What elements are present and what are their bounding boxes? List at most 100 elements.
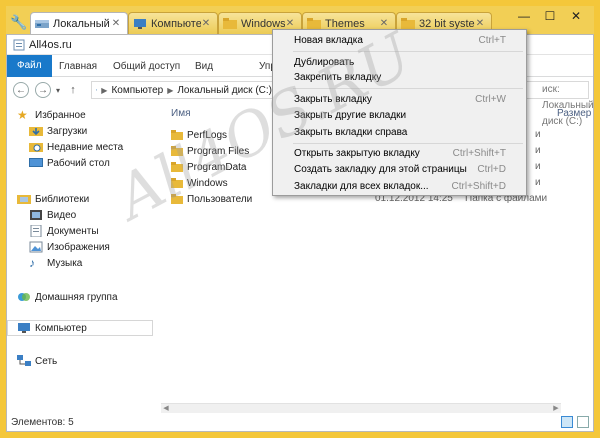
tab-local-disk[interactable]: Локальный д ✕	[30, 12, 128, 34]
computer-icon	[18, 323, 30, 333]
site-label: All4os.ru	[29, 38, 72, 51]
menu-item-label: Закрыть вкладку	[294, 93, 372, 105]
menu-item-label: Создать закладку для этой страницы	[294, 163, 467, 175]
minimize-button[interactable]: —	[512, 6, 536, 26]
breadcrumb-item[interactable]: Локальный диск (C:)	[177, 85, 272, 96]
close-button[interactable]: ✕	[564, 6, 588, 26]
tab-label: 32 bit system	[419, 17, 475, 30]
menu-item-bookmark-all-tabs[interactable]: Закладки для всех вкладок... Ctrl+Shift+…	[273, 178, 526, 194]
folder-icon	[223, 17, 237, 29]
hidden-column-fragment: и	[535, 161, 541, 172]
chevron-down-icon[interactable]: ▾	[53, 82, 63, 98]
images-icon	[29, 241, 43, 253]
table-row[interactable]: Пользователи	[171, 191, 252, 207]
nav-label: Изображения	[47, 241, 110, 253]
nav-music[interactable]: ♪ Музыка	[29, 255, 82, 271]
menu-item-close-tab[interactable]: Закрыть вкладку Ctrl+W	[273, 91, 526, 107]
nav-label: Недавние места	[47, 141, 124, 153]
menu-item-shortcut: Ctrl+D	[477, 163, 506, 175]
menu-item-label: Новая вкладка	[294, 34, 363, 46]
nav-network[interactable]: Сеть	[17, 353, 57, 369]
nav-label: Сеть	[35, 355, 58, 367]
menu-item-label: Дублировать	[294, 56, 355, 68]
hidden-column-fragment: и	[535, 145, 541, 156]
computer-icon	[134, 18, 146, 29]
tab-label: Компьютер	[151, 17, 201, 30]
menu-item-bookmark-page[interactable]: Создать закладку для этой страницы Ctrl+…	[273, 161, 526, 177]
menu-item-reopen-closed-tab[interactable]: Открыть закрытую вкладку Ctrl+Shift+T	[273, 145, 526, 161]
folder-icon	[401, 17, 415, 29]
file-name: ProgramData	[187, 161, 247, 173]
column-header-name[interactable]: Имя	[171, 105, 190, 123]
nav-computer[interactable]: Компьютер	[7, 320, 153, 336]
item-count: Элементов: 5	[11, 416, 74, 428]
desktop-icon	[29, 158, 43, 167]
ribbon-tab-view[interactable]: Вид	[187, 58, 221, 76]
close-icon[interactable]: ✕	[201, 18, 211, 29]
wrench-icon[interactable]: 🔧	[10, 14, 28, 30]
menu-item-shortcut: Ctrl+T	[478, 34, 507, 46]
horizontal-scrollbar[interactable]: ◀ ▶	[161, 403, 561, 413]
nav-video[interactable]: Видео	[29, 207, 76, 223]
nav-label: Загрузки	[47, 125, 88, 137]
chevron-right-icon: ▶	[101, 85, 108, 95]
folder-icon	[171, 146, 183, 156]
nav-documents[interactable]: Документы	[29, 223, 99, 239]
file-name: Windows	[187, 177, 228, 189]
tab-label: Themes	[325, 17, 365, 30]
nav-downloads[interactable]: Загрузки	[29, 123, 87, 139]
up-button[interactable]: ↑	[67, 82, 79, 98]
ribbon-tab-home[interactable]: Главная	[51, 58, 105, 76]
page-icon	[13, 39, 25, 50]
nav-images[interactable]: Изображения	[29, 239, 110, 255]
breadcrumb[interactable]: ▶ Компьютер ▶ Локальный диск (C:)	[91, 81, 277, 99]
tab-computer[interactable]: Компьютер ✕	[128, 12, 218, 34]
column-header-size[interactable]: Размер	[557, 105, 591, 123]
menu-item-label: Закладки для всех вкладок...	[294, 180, 429, 192]
table-row[interactable]: Program Files	[171, 143, 249, 159]
table-row[interactable]: ProgramData	[171, 159, 246, 175]
breadcrumb-item[interactable]: Компьютер	[111, 85, 163, 96]
chevron-right-icon: ▶	[167, 85, 174, 95]
network-icon	[17, 355, 31, 366]
ribbon-tab-file[interactable]: Файл	[7, 55, 52, 77]
nav-label: Рабочий стол	[47, 157, 110, 169]
nav-recent[interactable]: Недавние места	[29, 139, 123, 155]
close-icon[interactable]: ✕	[111, 18, 121, 29]
menu-item-label: Закрепить вкладку	[294, 71, 382, 83]
close-icon[interactable]: ✕	[475, 18, 485, 29]
nav-favorites[interactable]: ★ Избранное	[17, 107, 86, 123]
table-row[interactable]: PerfLogs	[171, 127, 227, 143]
forward-button[interactable]: →	[35, 82, 51, 98]
nav-label: Документы	[47, 225, 99, 237]
table-row[interactable]: Windows	[171, 175, 228, 191]
back-button[interactable]: ←	[13, 82, 29, 98]
menu-item-new-tab[interactable]: Новая вкладка Ctrl+T	[273, 32, 526, 48]
file-name: Пользователи	[187, 193, 253, 205]
video-icon	[30, 210, 42, 220]
hidden-column-fragment: и	[535, 177, 541, 188]
nav-label: Избранное	[35, 109, 86, 121]
close-icon[interactable]: ✕	[379, 18, 389, 29]
star-icon: ★	[17, 108, 28, 122]
details-view-icon[interactable]	[561, 416, 573, 428]
menu-item-shortcut: Ctrl+Shift+T	[452, 147, 506, 159]
nav-libraries[interactable]: Библиотеки	[17, 191, 89, 207]
nav-label: Видео	[47, 209, 77, 221]
maximize-button[interactable]: ☐	[538, 6, 562, 26]
nav-desktop[interactable]: Рабочий стол	[29, 155, 110, 171]
recent-places-icon	[29, 143, 43, 152]
folder-icon	[171, 130, 183, 140]
search-input[interactable]: иск: Локальный диск (C:)	[525, 81, 594, 127]
close-icon[interactable]: ✕	[285, 18, 295, 29]
menu-item-close-other-tabs[interactable]: Закрыть другие вкладки	[273, 107, 526, 123]
music-icon: ♪	[29, 256, 35, 270]
menu-item-close-tabs-right[interactable]: Закрыть вкладки справа	[273, 124, 526, 140]
navigation-pane: ★ Избранное Загрузки Недавние места Рабо…	[7, 103, 155, 413]
menu-item-pin-tab[interactable]: Закрепить вкладку	[273, 69, 526, 85]
large-icons-view-icon[interactable]	[577, 416, 589, 428]
ribbon-tab-share[interactable]: Общий доступ	[105, 58, 188, 76]
nav-homegroup[interactable]: Домашняя группа	[17, 289, 118, 305]
nav-label: Библиотеки	[35, 193, 90, 205]
menu-item-duplicate[interactable]: Дублировать	[273, 54, 526, 70]
